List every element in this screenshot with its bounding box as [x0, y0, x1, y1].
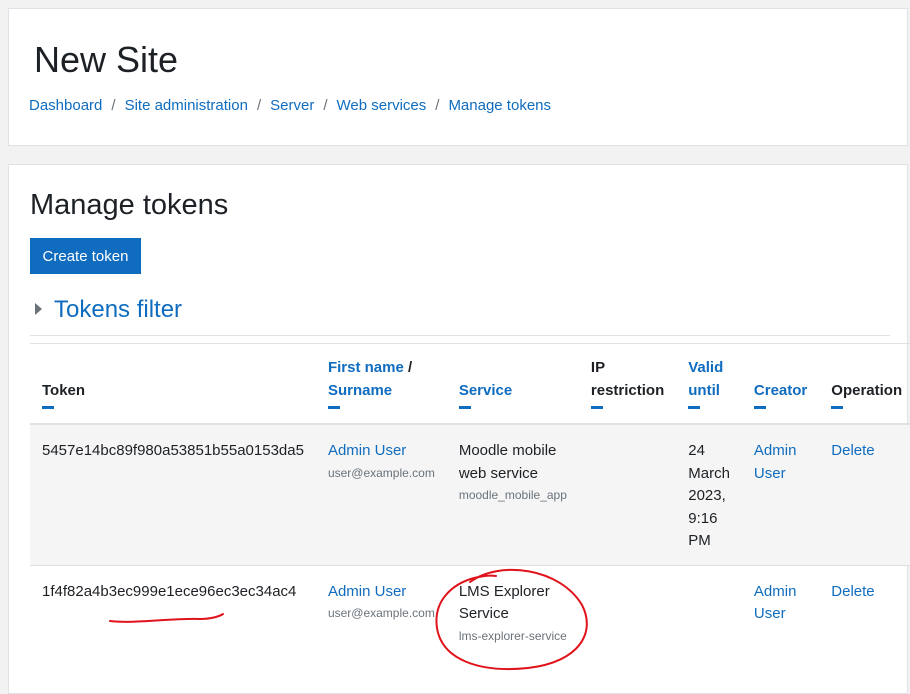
token-cell: 5457e14bc89f980a53851b55a0153da5: [30, 423, 316, 565]
service-name: Moodle mobile web service: [458, 442, 557, 482]
column-header-name[interactable]: First name / Surname: [315, 343, 447, 425]
name-separator: /: [403, 359, 413, 376]
page-title: Manage tokens: [30, 189, 229, 221]
tokens-filter-section: Tokens filter: [30, 293, 890, 336]
breadcrumb-separator: /: [323, 97, 328, 114]
creator-link[interactable]: Admin User: [754, 583, 797, 623]
main-content: Manage tokens Create token Tokens filter…: [8, 164, 910, 694]
tokens-filter-toggle[interactable]: Tokens filter: [54, 296, 182, 324]
service-cell: Moodle mobile web service moodle_mobile_…: [446, 423, 579, 565]
valid-until-cell: [676, 564, 742, 658]
sort-service-link[interactable]: Service: [459, 382, 512, 399]
token-cell: 1f4f82a4b3ec999e1ece96ec3ec34ac4: [30, 564, 316, 658]
column-label-token: Token: [42, 382, 86, 399]
sort-icon[interactable]: [753, 406, 766, 409]
sort-first-name-link[interactable]: First name: [328, 359, 404, 376]
tokens-table: Token First name / Surname Service IP re…: [30, 343, 910, 658]
breadcrumb-site-administration[interactable]: Site administration: [125, 97, 248, 114]
delete-token-link[interactable]: Delete: [831, 583, 874, 600]
table-row: 1f4f82a4b3ec999e1ece96ec3ec34ac4 Admin U…: [30, 564, 910, 658]
sort-surname-link[interactable]: Surname: [328, 382, 392, 399]
ip-restriction-cell: [578, 423, 677, 565]
operation-cell: Delete: [819, 423, 910, 565]
column-label-ip-restriction: IP restriction: [590, 359, 665, 399]
breadcrumb-manage-tokens[interactable]: Manage tokens: [448, 97, 551, 114]
breadcrumb-server[interactable]: Server: [270, 97, 314, 114]
sort-icon[interactable]: [688, 406, 701, 409]
caret-right-icon[interactable]: [35, 303, 42, 315]
operation-cell: Delete: [819, 564, 910, 658]
user-email: user@example.com: [327, 465, 435, 480]
breadcrumb-dashboard[interactable]: Dashboard: [29, 97, 102, 114]
sort-icon[interactable]: [831, 406, 844, 409]
site-title: New Site: [34, 39, 179, 80]
creator-link[interactable]: Admin User: [754, 442, 797, 482]
service-shortname: moodle_mobile_app: [458, 488, 567, 502]
table-row: 5457e14bc89f980a53851b55a0153da5 Admin U…: [30, 423, 910, 565]
user-email: user@example.com: [327, 606, 435, 620]
creator-cell: Admin User: [741, 423, 820, 565]
column-header-token[interactable]: Token: [30, 343, 316, 425]
user-link[interactable]: Admin User: [328, 583, 406, 600]
service-name: LMS Explorer Service: [458, 582, 550, 623]
valid-until-cell: 24 March 2023, 9:16 PM: [676, 423, 742, 565]
user-link[interactable]: Admin User: [328, 442, 406, 459]
user-cell: Admin User user@example.com: [315, 564, 447, 658]
delete-token-link[interactable]: Delete: [831, 442, 874, 459]
breadcrumb-separator: /: [111, 97, 116, 114]
sort-icon[interactable]: [42, 406, 54, 409]
breadcrumb-separator: /: [256, 97, 262, 114]
column-header-service[interactable]: Service: [446, 343, 579, 425]
page-header: New Site Dashboard / Site administration…: [8, 8, 908, 146]
sort-icon[interactable]: [327, 406, 340, 409]
column-header-valid-until[interactable]: Valid until: [676, 343, 742, 425]
breadcrumb: Dashboard / Site administration / Server…: [29, 97, 551, 114]
creator-cell: Admin User: [741, 564, 820, 658]
ip-restriction-cell: [578, 564, 677, 658]
create-token-button[interactable]: Create token: [30, 238, 141, 274]
service-shortname: lms-explorer-service: [458, 628, 567, 643]
column-label-operation: Operation: [831, 382, 903, 399]
breadcrumb-separator: /: [435, 97, 440, 114]
column-header-creator[interactable]: Creator: [741, 343, 820, 425]
sort-icon[interactable]: [458, 406, 471, 409]
column-header-ip-restriction[interactable]: IP restriction: [578, 343, 677, 425]
breadcrumb-web-services[interactable]: Web services: [337, 97, 427, 114]
sort-valid-until-link[interactable]: Valid until: [688, 359, 723, 399]
sort-icon[interactable]: [590, 406, 603, 409]
column-header-operation[interactable]: Operation: [819, 343, 910, 425]
service-cell: LMS Explorer Service lms-explorer-servic…: [446, 564, 579, 658]
user-cell: Admin User user@example.com: [315, 423, 447, 565]
sort-creator-link[interactable]: Creator: [754, 382, 807, 399]
table-header-row: Token First name / Surname Service IP re…: [30, 343, 910, 425]
